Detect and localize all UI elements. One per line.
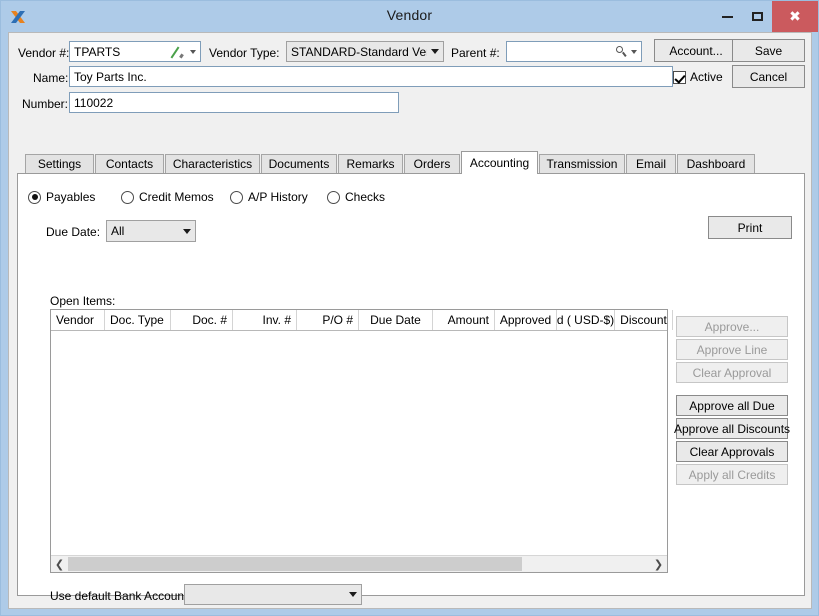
tab-documents[interactable]: Documents (261, 154, 337, 173)
bank-account-select[interactable] (184, 584, 362, 605)
grid-column-header[interactable]: Due Date (359, 310, 433, 330)
apply-all-credits-button: Apply all Credits (676, 464, 788, 485)
clear-approvals-button[interactable]: Clear Approvals (676, 441, 788, 462)
account-button[interactable]: Account... (654, 39, 738, 62)
open-items-label: Open Items: (50, 294, 116, 308)
tab-strip: Settings Contacts Characteristics Documents… (17, 151, 805, 174)
radio-a-p-history[interactable]: A/P History (230, 190, 308, 204)
name-value: Toy Parts Inc. (74, 69, 147, 84)
grid-column-header[interactable]: Vendor (51, 310, 105, 330)
active-checkbox[interactable]: Active (673, 70, 723, 84)
grid-column-header[interactable]: Amount (433, 310, 495, 330)
radio-indicator-icon (230, 190, 243, 204)
grid-column-header[interactable]: Doc. # (171, 310, 233, 330)
edit-pencil-icon[interactable] (172, 45, 188, 59)
active-label: Active (690, 70, 723, 84)
radio-label: A/P History (248, 190, 308, 204)
chevron-down-icon[interactable] (190, 49, 196, 54)
approve-all-due-button[interactable]: Approve all Due (676, 395, 788, 416)
tab-dashboard[interactable]: Dashboard (677, 154, 755, 173)
radio-indicator-icon (327, 190, 340, 204)
open-items-grid[interactable]: Vendor Doc. Type Doc. # Inv. # P/O # Due Date… (50, 309, 673, 573)
maximize-button[interactable] (742, 1, 772, 32)
grid-column-header[interactable]: Approved (495, 310, 557, 330)
chevron-down-icon[interactable] (179, 228, 195, 234)
name-input[interactable]: Toy Parts Inc. (69, 66, 673, 87)
minimize-button[interactable] (712, 1, 742, 32)
client-area: Vendor #: TPARTS Vendor Type: STANDARD-S… (8, 32, 812, 609)
tab-panel-accounting: Payables Credit Memos A/P History Checks Du… (17, 173, 805, 605)
title-bar: Vendor ✖ (1, 1, 818, 32)
tab-settings[interactable]: Settings (25, 154, 94, 173)
radio-label: Payables (46, 190, 96, 204)
radio-payables[interactable]: Payables (28, 190, 95, 204)
number-value: 110022 (74, 95, 114, 110)
cancel-button[interactable]: Cancel (732, 65, 805, 88)
grid-column-header[interactable]: Doc. Type (105, 310, 171, 330)
due-date-label: Due Date: (46, 225, 101, 239)
radio-label: Checks (345, 190, 386, 204)
chevron-down-icon[interactable] (345, 592, 361, 597)
approve-line-button: Approve Line (676, 339, 788, 360)
vendor-type-select[interactable]: STANDARD-Standard Vendor (286, 41, 444, 62)
vendor-window: Vendor ✖ Vendor #: TPARTS Vendor Type: S… (0, 0, 819, 616)
chevron-left-icon[interactable]: ❮ (51, 556, 68, 572)
close-icon: ✖ (789, 8, 801, 25)
grid-horizontal-scrollbar[interactable]: ❮ ❯ (51, 555, 667, 572)
check-icon (673, 70, 686, 84)
chevron-right-icon[interactable]: ❯ (650, 556, 667, 572)
radio-indicator-icon (28, 190, 41, 204)
save-button[interactable]: Save (732, 39, 805, 62)
scroll-track[interactable] (68, 556, 650, 572)
vendor-type-value: STANDARD-Standard Vendor (291, 44, 427, 59)
search-icon[interactable] (615, 45, 629, 59)
grid-header-row: Vendor Doc. Type Doc. # Inv. # P/O # Due Date… (51, 310, 673, 331)
vendor-number-input[interactable]: TPARTS (69, 41, 201, 62)
grid-column-header[interactable]: Discount (615, 310, 673, 330)
tab-remarks[interactable]: Remarks (338, 154, 403, 173)
tab-email[interactable]: Email (626, 154, 676, 173)
bank-account-label: Use default Bank Account: (50, 589, 191, 603)
tab-orders[interactable]: Orders (404, 154, 460, 173)
grid-column-header[interactable]: d ( USD-$) (557, 310, 615, 330)
clear-approval-button: Clear Approval (676, 362, 788, 383)
radio-credit-memos[interactable]: Credit Memos (121, 190, 214, 204)
radio-checks[interactable]: Checks (327, 190, 385, 204)
grid-body[interactable] (51, 331, 667, 555)
grid-column-header[interactable]: P/O # (297, 310, 359, 330)
minimize-icon (721, 15, 733, 18)
tab-transmission[interactable]: Transmission (539, 154, 625, 173)
parent-number-label: Parent #: (451, 46, 500, 60)
window-title: Vendor (386, 7, 433, 23)
chevron-down-icon[interactable] (631, 49, 637, 54)
window-controls: ✖ (712, 1, 818, 32)
vendor-number-label: Vendor #: (18, 46, 70, 60)
radio-label: Credit Memos (139, 190, 214, 204)
maximize-icon (751, 12, 763, 21)
vendor-number-value: TPARTS (74, 44, 121, 59)
tab-contacts[interactable]: Contacts (95, 154, 164, 173)
name-label: Name: (33, 71, 69, 85)
chevron-down-icon[interactable] (427, 49, 443, 54)
print-button[interactable]: Print (708, 216, 792, 239)
approve-button: Approve... (676, 316, 788, 337)
number-input[interactable]: 110022 (69, 92, 399, 113)
number-label: Number: (22, 97, 69, 111)
tab-characteristics[interactable]: Characteristics (165, 154, 260, 173)
radio-indicator-icon (121, 190, 134, 204)
scroll-thumb[interactable] (68, 557, 522, 571)
close-button[interactable]: ✖ (772, 1, 818, 32)
grid-column-header[interactable]: Inv. # (233, 310, 297, 330)
parent-number-input[interactable] (506, 41, 642, 62)
vendor-type-label: Vendor Type: (209, 46, 280, 60)
approve-all-discounts-button[interactable]: Approve all Discounts (674, 418, 790, 439)
due-date-value: All (111, 224, 125, 238)
due-date-select[interactable]: All (106, 220, 196, 242)
tab-accounting[interactable]: Accounting (461, 151, 538, 174)
